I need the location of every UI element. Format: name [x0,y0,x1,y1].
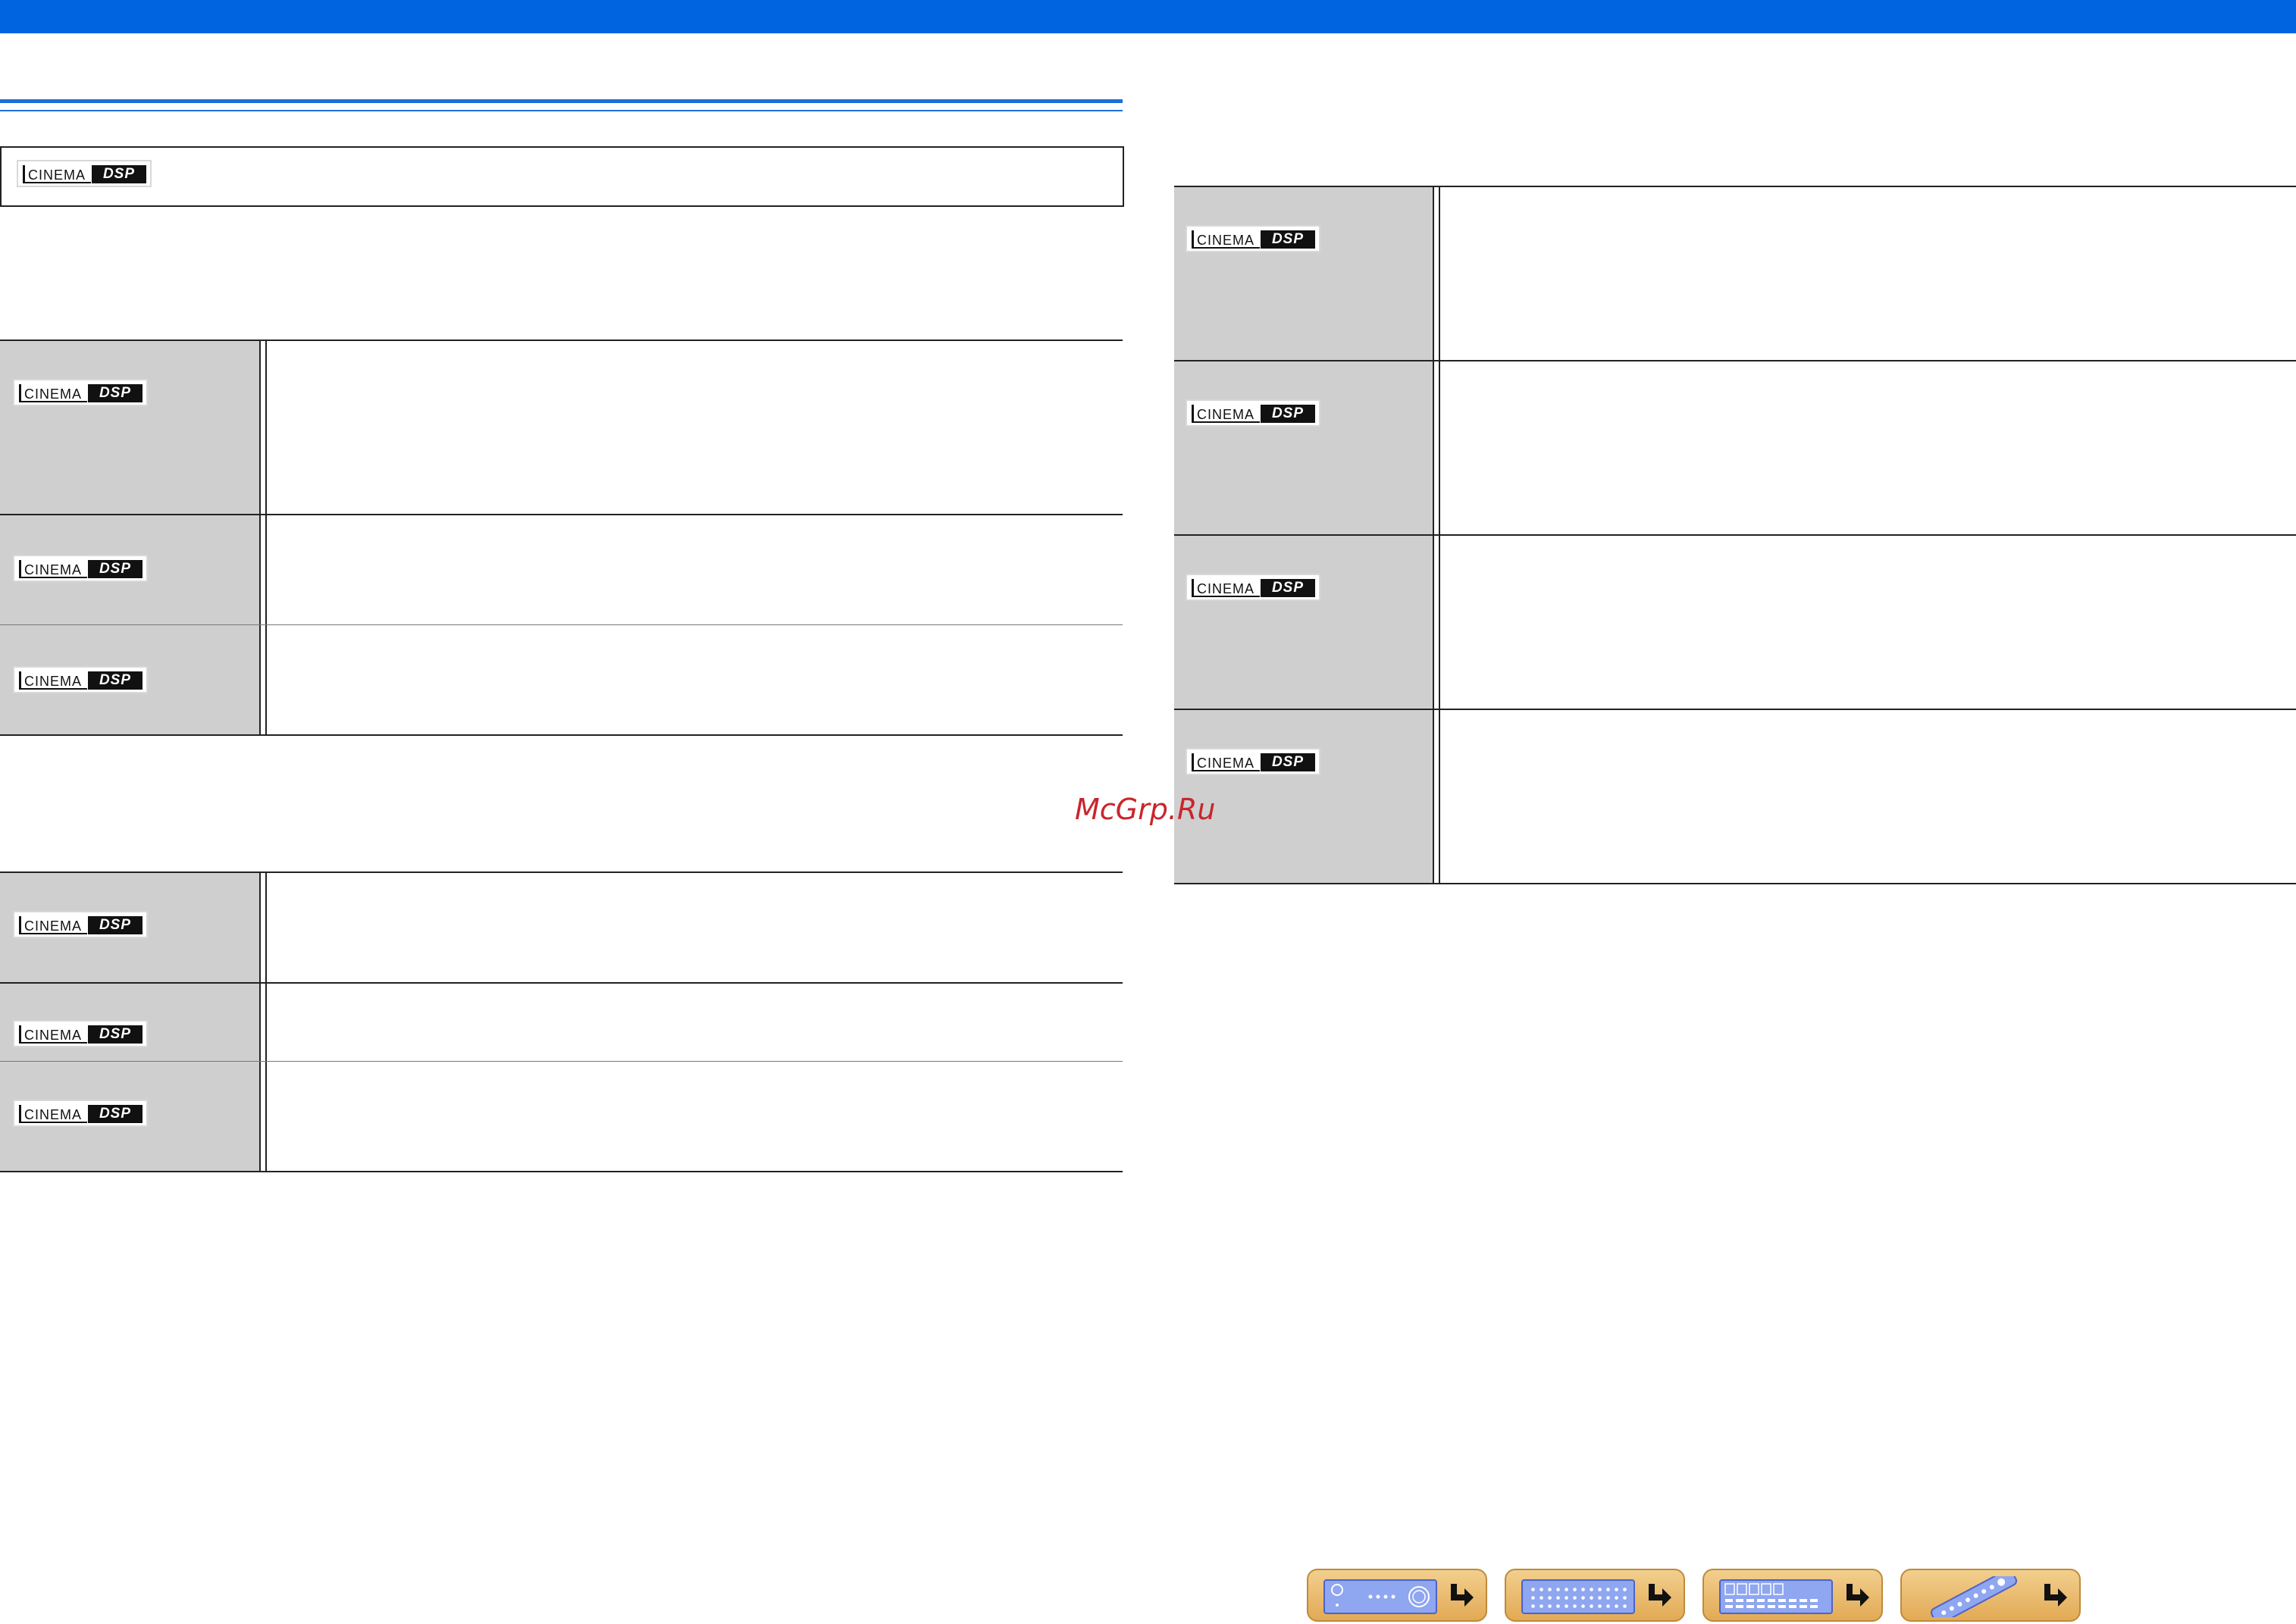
mode-row: CINEMA DSP [1174,361,2296,536]
right-mode-table: CINEMA DSP CINEMA DSP CINEMA DSP CINEMA … [1174,186,2296,884]
header-box: CINEMA DSP [0,146,1124,207]
mode-logo-cell: CINEMA DSP [0,515,259,624]
mode-row: CINEMA DSP [1174,536,2296,710]
mode-description [267,873,1123,982]
arrow-icon [2044,1584,2067,1607]
logo-cinema-text: CINEMA [24,386,83,402]
nav-rear-panel-button[interactable] [1505,1569,1685,1622]
left-mode-table-1: CINEMA DSP CINEMA DSP CINEMA DSP [0,340,1123,736]
cinema-dsp-logo: CINEMA DSP [1186,574,1320,601]
cinema-dsp-logo: CINEMA DSP [1186,225,1320,252]
watermark: McGrp.Ru [1075,793,1216,826]
mode-row: CINEMA DSP [0,984,1123,1062]
logo-dsp-text: DSP [92,165,146,183]
logo-dsp-text: DSP [1261,753,1315,771]
mode-row: CINEMA DSP [0,341,1123,515]
mode-description [1440,536,2296,709]
cinema-dsp-logo: CINEMA DSP [1186,399,1320,427]
table-divider [1433,536,1440,709]
logo-dsp-text: DSP [1261,579,1315,597]
logo-dsp-text: DSP [88,1025,143,1044]
table-divider [259,984,267,1061]
logo-cinema-text: CINEMA [24,674,83,689]
mode-logo-cell: CINEMA DSP [0,1062,259,1171]
mode-description [267,625,1123,734]
logo-dsp-text: DSP [88,1105,143,1123]
logo-cinema-text: CINEMA [28,167,86,183]
logo-cinema-text: CINEMA [24,562,83,577]
mode-row: CINEMA DSP [0,625,1123,734]
section-rule-thin [0,110,1123,111]
arrow-icon [1649,1584,1671,1607]
mode-row: CINEMA DSP [1174,710,2296,883]
mode-logo-cell: CINEMA DSP [0,341,259,514]
mode-description [1440,187,2296,360]
logo-cinema-text: CINEMA [24,918,83,934]
mode-logo-cell: CINEMA DSP [1174,187,1433,360]
table-divider [259,1062,267,1171]
mode-row: CINEMA DSP [0,1062,1123,1171]
mode-description [1440,710,2296,883]
mode-logo-cell: CINEMA DSP [0,625,259,734]
logo-dsp-text: DSP [1261,230,1315,249]
arrow-icon [1847,1584,1869,1607]
logo-dsp-text: DSP [88,916,143,934]
table-divider [1433,710,1440,883]
logo-cinema-text: CINEMA [1197,581,1255,596]
rear-panel-icon [1521,1579,1635,1614]
nav-display-button[interactable] [1702,1569,1883,1622]
cinema-dsp-logo: CINEMA DSP [13,1020,148,1047]
front-panel-icon [1323,1579,1437,1614]
section-rule-thick [0,99,1123,103]
mode-description [267,515,1123,624]
table-divider [259,873,267,982]
cinema-dsp-logo: CINEMA DSP [13,379,148,406]
top-bar [0,0,2296,33]
left-mode-table-2: CINEMA DSP CINEMA DSP CINEMA DSP [0,871,1123,1172]
cinema-dsp-logo: CINEMA DSP [1186,748,1320,775]
cinema-dsp-logo: CINEMA DSP [13,1100,148,1127]
table-divider [259,341,267,514]
cinema-dsp-logo: CINEMA DSP [13,555,148,582]
cinema-dsp-logo: CINEMA DSP [17,160,152,187]
mode-logo-cell: CINEMA DSP [0,984,259,1061]
mode-description [267,984,1123,1061]
mode-logo-cell: CINEMA DSP [1174,361,1433,534]
logo-dsp-text: DSP [88,560,143,578]
logo-cinema-text: CINEMA [1197,756,1255,771]
mode-logo-cell: CINEMA DSP [1174,536,1433,709]
cinema-dsp-logo: CINEMA DSP [13,911,148,938]
table-divider [1433,361,1440,534]
nav-front-panel-button[interactable] [1307,1569,1487,1622]
logo-cinema-text: CINEMA [24,1028,83,1043]
table-divider [1433,187,1440,360]
mode-description [1440,361,2296,534]
mode-description [267,341,1123,514]
mode-row: CINEMA DSP [1174,187,2296,361]
table-divider [259,515,267,624]
logo-dsp-text: DSP [1261,405,1315,423]
mode-row: CINEMA DSP [0,873,1123,984]
mode-row: CINEMA DSP [0,515,1123,625]
logo-cinema-text: CINEMA [24,1107,83,1122]
mode-logo-cell: CINEMA DSP [0,873,259,982]
cinema-dsp-logo: CINEMA DSP [13,666,148,693]
nav-remote-control-button[interactable] [1900,1569,2081,1622]
table-divider [259,625,267,734]
logo-cinema-text: CINEMA [1197,233,1255,248]
logo-dsp-text: DSP [88,384,143,402]
remote-control-icon [1930,1576,2018,1617]
logo-cinema-text: CINEMA [1197,407,1255,422]
display-icon [1719,1579,1833,1614]
mode-description [267,1062,1123,1171]
logo-dsp-text: DSP [88,671,143,690]
arrow-icon [1451,1584,1474,1607]
